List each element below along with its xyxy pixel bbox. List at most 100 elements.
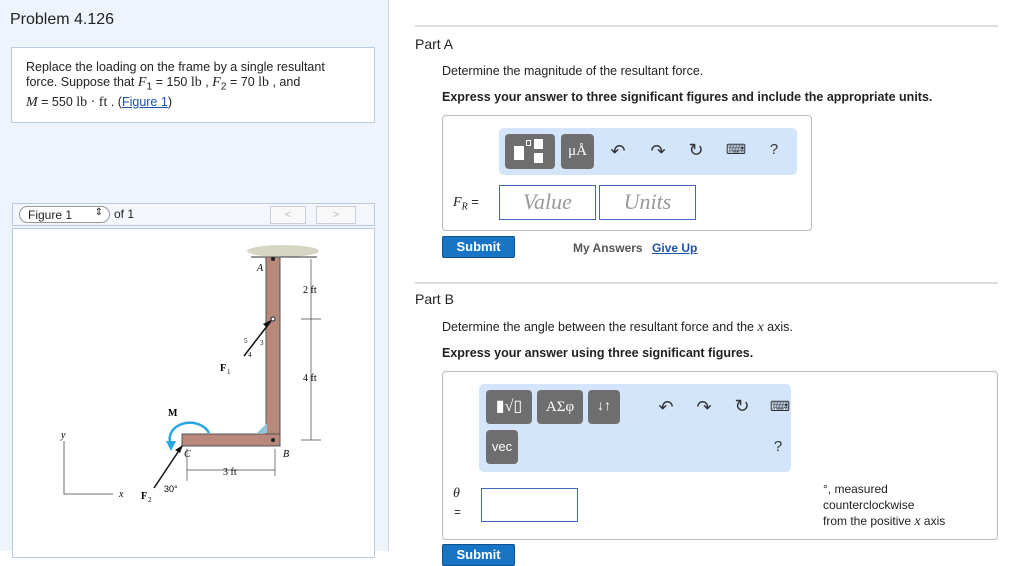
vec-button[interactable]: vec xyxy=(486,430,518,464)
slope-5: 5 xyxy=(244,337,248,345)
reset-icon[interactable]: ↻ xyxy=(685,140,707,161)
redo-icon[interactable]: ↷ xyxy=(693,397,715,418)
ceiling-support xyxy=(247,245,319,257)
text: = xyxy=(467,194,479,209)
part-b-instruction: Express your answer using three signific… xyxy=(442,346,754,360)
text: from the positive x axis xyxy=(823,513,945,530)
statement-line: force. Suppose that F1 = 150 lb , F2 = 7… xyxy=(26,75,360,95)
text: °, measured xyxy=(823,482,888,496)
value-input[interactable]: Value xyxy=(499,185,596,220)
templates-button[interactable] xyxy=(505,134,555,169)
horizontal-member xyxy=(181,433,281,447)
label-c: C xyxy=(184,449,191,460)
figure-area: A B C 2 ft 4 ft 3 ft F1 F2 M x y 30° 5 3… xyxy=(12,228,375,558)
redo-icon[interactable]: ↷ xyxy=(647,141,669,162)
templates-button[interactable]: ▮√▯ xyxy=(486,390,532,424)
help-button[interactable]: ? xyxy=(767,438,789,455)
label-b: B xyxy=(283,449,289,460)
part-a-label: Part A xyxy=(415,36,454,52)
text: = 150 xyxy=(152,75,191,89)
problem-title: Problem 4.126 xyxy=(10,11,115,28)
undo-icon[interactable]: ↶ xyxy=(655,397,677,418)
label-x: x xyxy=(118,489,124,500)
divider xyxy=(415,282,998,284)
slope-3: 3 xyxy=(260,339,264,347)
label-m: M xyxy=(168,408,178,419)
figure-count: of 1 xyxy=(114,207,135,221)
label-y: y xyxy=(60,430,66,441)
keyboard-icon[interactable]: ⌨ xyxy=(725,141,747,158)
text: Determine the angle between the resultan… xyxy=(442,320,758,334)
text: , and xyxy=(269,75,301,89)
figure-select[interactable]: Figure 1 ⇕ xyxy=(19,206,110,223)
unit: lb · ft xyxy=(76,94,108,110)
angle-suffix: °, measured counterclockwise from the po… xyxy=(823,481,945,530)
text: = 70 xyxy=(226,75,259,89)
angle-input[interactable] xyxy=(481,488,578,522)
unit: lb xyxy=(258,75,270,90)
text: counterclockwise xyxy=(823,498,915,512)
statement-line: Replace the loading on the frame by a si… xyxy=(26,60,325,74)
divider xyxy=(415,25,998,27)
statement-line: M = 550 lb · ft . (Figure 1) xyxy=(26,95,360,110)
var-m: M xyxy=(26,94,38,110)
var: F xyxy=(453,195,462,210)
part-a-submit-button[interactable]: Submit xyxy=(442,236,515,258)
equals: = xyxy=(454,505,462,519)
part-b-submit-button[interactable]: Submit xyxy=(442,544,515,566)
text: force. Suppose that xyxy=(26,75,138,89)
math-toolbar: ▮√▯ ΑΣφ ↓↑ vec ↶ ↷ ↻ ⌨ ? xyxy=(479,384,791,472)
part-b-answer-box: ▮√▯ ΑΣφ ↓↑ vec ↶ ↷ ↻ ⌨ ? θ = °, measured… xyxy=(442,371,998,540)
sub: 1 xyxy=(227,368,231,376)
fr-label: FR = xyxy=(453,194,479,213)
sort-button[interactable]: ↓↑ xyxy=(588,390,620,424)
frame-diagram: A B C 2 ft 4 ft 3 ft F1 F2 M x y 30° 5 3… xyxy=(60,245,321,504)
next-figure-button[interactable]: > xyxy=(316,206,356,224)
updown-icon: ⇕ xyxy=(94,207,103,218)
axes xyxy=(63,441,113,495)
figure-nav: Figure 1 ⇕ of 1 < > xyxy=(12,203,375,226)
text: = 550 xyxy=(37,94,77,109)
text: axis. xyxy=(763,320,793,334)
part-a-instruction: Express your answer to three significant… xyxy=(442,90,933,104)
undo-icon[interactable]: ↶ xyxy=(607,141,629,162)
theta-label: θ xyxy=(453,486,460,501)
dim-2ft: 2 ft xyxy=(303,285,317,296)
give-up-link[interactable]: Give Up xyxy=(652,241,697,255)
unit: lb xyxy=(190,75,202,90)
text: , xyxy=(201,75,213,89)
label-f1: F xyxy=(220,363,226,374)
part-b-question: Determine the angle between the resultan… xyxy=(442,320,793,336)
part-b-label: Part B xyxy=(415,291,454,307)
label-a: A xyxy=(256,263,264,274)
label-f2: F xyxy=(141,491,147,502)
text: ) xyxy=(167,94,172,109)
units-button[interactable]: μÅ xyxy=(561,134,594,169)
slope-4: 4 xyxy=(248,351,252,359)
var-f2: F xyxy=(212,75,221,90)
help-button[interactable]: ? xyxy=(763,141,785,158)
figure-link[interactable]: Figure 1 xyxy=(122,95,168,109)
text: axis xyxy=(920,514,946,528)
vertical-member xyxy=(265,256,281,444)
prev-figure-button[interactable]: < xyxy=(270,206,306,224)
select-value: Figure 1 xyxy=(28,208,73,222)
part-a-question: Determine the magnitude of the resultant… xyxy=(442,64,704,78)
dim-3ft: 3 ft xyxy=(223,467,237,478)
text: from the positive xyxy=(823,514,915,528)
units-input[interactable]: Units xyxy=(599,185,696,220)
dim-4ft: 4 ft xyxy=(303,373,317,384)
text: . ( xyxy=(107,94,122,109)
label-angle: 30° xyxy=(164,484,178,494)
my-answers-link[interactable]: My Answers xyxy=(573,241,643,255)
problem-panel: Problem 4.126 Replace the loading on the… xyxy=(0,0,389,558)
part-a-answer-box: μÅ ↶ ↷ ↻ ⌨ ? FR = Value Units xyxy=(442,115,812,231)
problem-statement: Replace the loading on the frame by a si… xyxy=(11,47,375,123)
keyboard-icon[interactable]: ⌨ xyxy=(769,398,791,415)
f2-arrow xyxy=(153,445,183,489)
sub: 2 xyxy=(148,496,152,504)
greek-button[interactable]: ΑΣφ xyxy=(537,390,583,424)
reset-icon[interactable]: ↻ xyxy=(731,396,753,417)
gusset xyxy=(257,423,267,433)
math-toolbar: μÅ ↶ ↷ ↻ ⌨ ? xyxy=(499,128,797,175)
